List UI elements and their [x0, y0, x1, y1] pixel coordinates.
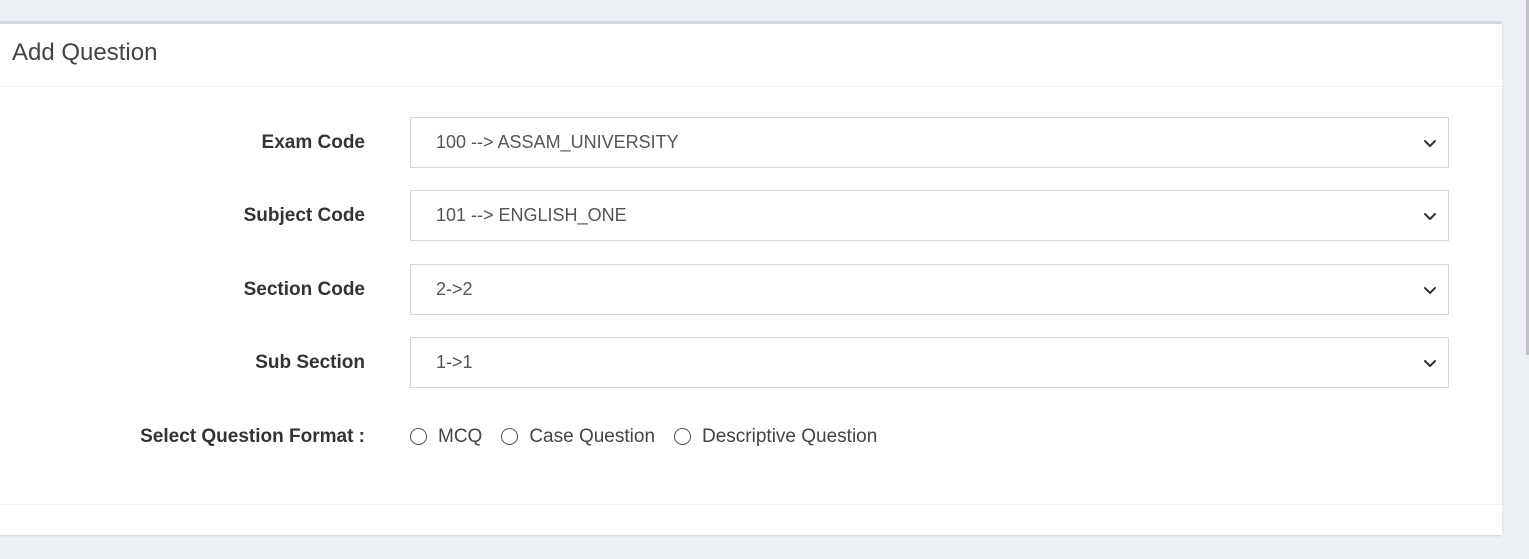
add-question-form: Exam Code 100 --> ASSAM_UNIVERSITY Subje…: [0, 87, 1502, 504]
chevron-down-icon: [1424, 286, 1436, 294]
radio-label-case-question[interactable]: Case Question: [529, 426, 655, 448]
subject-code-row: Subject Code 101 --> ENGLISH_ONE: [0, 190, 1502, 241]
sub-section-select[interactable]: 1->1: [410, 337, 1449, 388]
radio-unchecked-icon[interactable]: [674, 428, 692, 445]
radio-label-descriptive-question[interactable]: Descriptive Question: [702, 426, 877, 448]
sub-section-selected-value: 1->1: [436, 352, 473, 372]
card-header: Add Question: [0, 24, 1502, 87]
radio-option-descriptive-question[interactable]: Descriptive Question: [674, 426, 877, 448]
card-title: Add Question: [12, 39, 158, 66]
subject-code-select[interactable]: 101 --> ENGLISH_ONE: [410, 190, 1449, 241]
radio-unchecked-icon[interactable]: [410, 428, 427, 445]
radio-label-mcq[interactable]: MCQ: [438, 426, 482, 448]
chevron-down-icon: [1424, 212, 1436, 220]
question-format-label: Select Question Format :: [140, 425, 365, 447]
exam-code-select[interactable]: 100 --> ASSAM_UNIVERSITY: [410, 117, 1449, 168]
chevron-down-icon: [1424, 359, 1436, 367]
exam-code-selected-value: 100 --> ASSAM_UNIVERSITY: [436, 132, 679, 152]
section-code-selected-value: 2->2: [436, 279, 473, 299]
card-footer: [0, 504, 1502, 535]
add-question-card: Add Question Exam Code 100 --> ASSAM_UNI…: [0, 21, 1502, 535]
chevron-down-icon: [1424, 139, 1436, 147]
exam-code-row: Exam Code 100 --> ASSAM_UNIVERSITY: [0, 117, 1502, 168]
section-code-label: Section Code: [243, 278, 365, 300]
question-format-row: Select Question Format : MCQ Case Questi…: [0, 411, 1502, 462]
section-code-select[interactable]: 2->2: [410, 264, 1449, 315]
subject-code-label: Subject Code: [243, 204, 365, 226]
radio-unchecked-icon[interactable]: [501, 428, 519, 445]
subject-code-selected-value: 101 --> ENGLISH_ONE: [436, 205, 627, 225]
sub-section-label: Sub Section: [255, 351, 365, 373]
sub-section-row: Sub Section 1->1: [0, 337, 1502, 388]
section-code-row: Section Code 2->2: [0, 264, 1502, 315]
question-format-radio-group: MCQ Case Question Descriptive Question: [410, 411, 896, 462]
radio-option-case-question[interactable]: Case Question: [501, 426, 655, 448]
exam-code-label: Exam Code: [261, 131, 365, 153]
radio-option-mcq[interactable]: MCQ: [410, 426, 482, 448]
